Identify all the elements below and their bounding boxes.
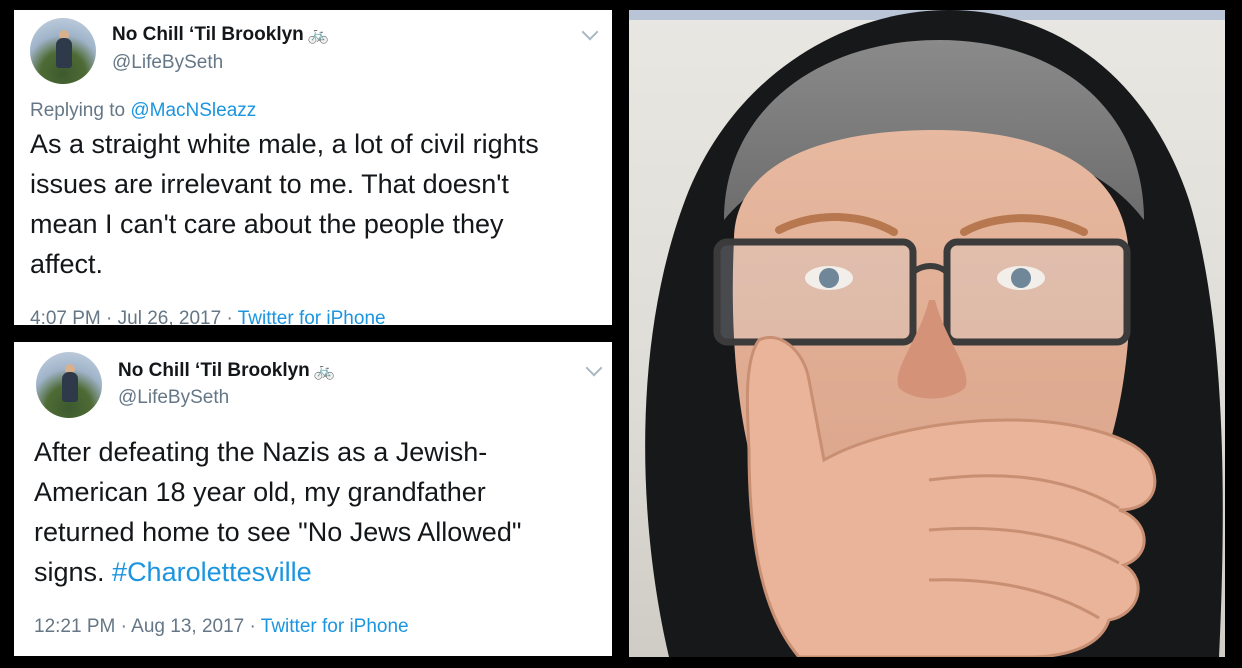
display-name-text: No Chill ‘Til Brooklyn: [112, 24, 304, 45]
tweet-line: American 18 year old, my grandfather: [34, 477, 486, 507]
user-handle[interactable]: @LifeBySeth: [118, 387, 229, 409]
tweet-date[interactable]: Aug 13, 2017: [131, 616, 244, 637]
reaction-photo: [629, 10, 1225, 657]
tweet-line: signs. #Charolettesville: [34, 552, 521, 592]
display-name[interactable]: No Chill ‘Til Brooklyn 🚲: [118, 360, 335, 382]
bicycle-icon: 🚲: [313, 361, 335, 380]
avatar[interactable]: [30, 18, 96, 84]
reply-mention-link[interactable]: @MacNSleazz: [130, 100, 256, 121]
tweet-text: After defeating the Nazis as a Jewish- A…: [34, 432, 521, 592]
replying-to: Replying to @MacNSleazz: [30, 100, 256, 122]
tweet-card-2: No Chill ‘Til Brooklyn 🚲 @LifeBySeth Afte…: [14, 342, 612, 656]
chevron-down-icon[interactable]: [585, 359, 603, 377]
bicycle-icon: 🚲: [307, 25, 329, 44]
tweet-line: mean I can't care about the people they: [30, 209, 504, 239]
avatar-figure: [62, 372, 78, 402]
tweet-card-1: No Chill ‘Til Brooklyn 🚲 @LifeBySeth Repl…: [14, 10, 612, 325]
reaction-photo-illustration: [629, 10, 1225, 657]
tweet-text: As a straight white male, a lot of civil…: [30, 124, 539, 284]
meta-separator: ·: [244, 616, 261, 637]
tweet-date[interactable]: Jul 26, 2017: [118, 308, 222, 325]
display-name[interactable]: No Chill ‘Til Brooklyn 🚲: [112, 24, 329, 46]
replying-prefix: Replying to: [30, 100, 131, 121]
chevron-down-icon[interactable]: [581, 23, 599, 41]
tweet-line: affect.: [30, 249, 104, 279]
avatar[interactable]: [36, 352, 102, 418]
meta-separator: ·: [221, 308, 238, 325]
hashtag-link[interactable]: #Charolettesville: [112, 557, 312, 587]
tweet-meta: 4:07 PM · Jul 26, 2017 · Twitter for iPh…: [30, 308, 386, 325]
tweet-line: After defeating the Nazis as a Jewish-: [34, 437, 488, 467]
user-handle[interactable]: @LifeBySeth: [112, 52, 223, 74]
meta-separator: ·: [100, 308, 118, 325]
tweet-line-text: signs.: [34, 557, 113, 587]
tweet-source-link[interactable]: Twitter for iPhone: [238, 308, 386, 325]
tweet-source-link[interactable]: Twitter for iPhone: [261, 616, 409, 637]
tweet-meta: 12:21 PM · Aug 13, 2017 · Twitter for iP…: [34, 616, 409, 638]
tweet-line: issues are irrelevant to me. That doesn'…: [30, 169, 509, 199]
avatar-figure: [56, 38, 72, 68]
tweet-line: As a straight white male, a lot of civil…: [30, 129, 539, 159]
display-name-text: No Chill ‘Til Brooklyn: [118, 360, 310, 381]
tweet-time[interactable]: 12:21 PM: [34, 616, 115, 637]
tweet-line: returned home to see "No Jews Allowed": [34, 517, 522, 547]
meta-separator: ·: [115, 616, 132, 637]
tweet-time[interactable]: 4:07 PM: [30, 308, 101, 325]
